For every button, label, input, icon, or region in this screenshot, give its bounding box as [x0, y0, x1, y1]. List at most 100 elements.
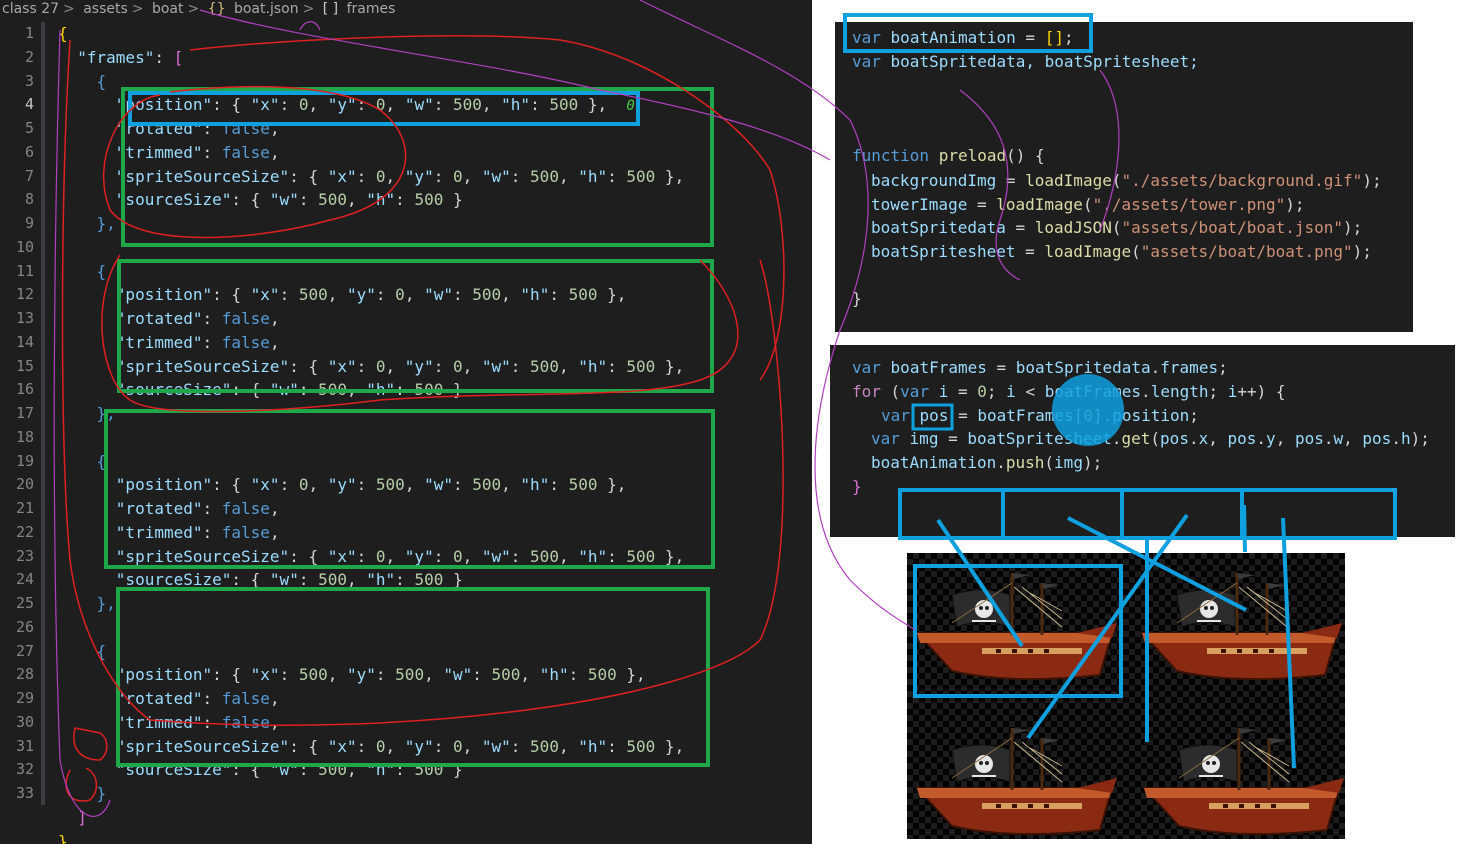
line-number: 7 [24, 166, 34, 185]
breadcrumb-item-file[interactable]: boat.json [234, 1, 299, 17]
line-number: 16 [15, 380, 34, 399]
ship-frame-3 [915, 726, 1119, 836]
line-number: 26 [15, 617, 34, 636]
code-line: }, [96, 214, 116, 233]
breadcrumb-separator: > [187, 1, 200, 17]
breadcrumb-item-boat[interactable]: boat [152, 1, 184, 17]
code-line: "sourceSize": { "w": 500, "h": 500 } [115, 190, 463, 210]
breadcrumb-item-class[interactable]: class 27 [2, 1, 59, 17]
code-line: "sourceSize": { "w": 500, "h": 500 } [115, 570, 463, 590]
code-line: }, [96, 404, 116, 423]
code-line: "rotated": false, [115, 499, 280, 518]
code-line: "position": { "x": 0, "y": 500, "w": 500… [115, 475, 627, 495]
code-line: "sourceSize": { "w": 500, "h": 500 } [115, 760, 463, 780]
json-file-icon: {} [207, 1, 226, 17]
indent-guide [41, 22, 45, 805]
code-line: "spriteSourceSize": { "x": 0, "y": 0, "w… [115, 736, 685, 756]
line-number: 19 [15, 451, 34, 470]
code-line: var pos = boatFrames[0].position; [881, 406, 1199, 425]
code-line: "position": { "x": 500, "y": 500, "w": 5… [115, 665, 646, 685]
code-line: "rotated": false, [115, 119, 280, 138]
code-line: } [852, 289, 862, 308]
line-number: 17 [15, 404, 34, 422]
boat-sprite-sheet [907, 553, 1345, 839]
code-line: function preload() { [852, 146, 1045, 165]
code-line: var img = boatSpritesheet.get(pos.x, pos… [871, 429, 1430, 448]
code-line: }, [96, 594, 116, 613]
line-number: 23 [15, 546, 34, 565]
code-area[interactable]: { "frames": [ { "position": { "x": 0, "y… [58, 22, 812, 844]
code-line: "trimmed": false, [115, 712, 280, 732]
line-number: 27 [15, 641, 34, 660]
line-number: 8 [24, 190, 34, 209]
line-number: 28 [15, 665, 34, 684]
code-line: backgroundImg = loadImage("./assets/back… [871, 171, 1382, 190]
line-number: 11 [15, 261, 34, 280]
line-number: 12 [15, 285, 34, 304]
code-line: "trimmed": false, [115, 522, 280, 542]
breadcrumb-item-frames[interactable]: frames [347, 1, 396, 17]
line-number: 2 [24, 47, 34, 66]
code-line: } [58, 831, 68, 844]
line-number: 9 [24, 214, 34, 232]
line-number: 32 [15, 760, 34, 779]
code-line: ] [77, 807, 87, 827]
line-number: 3 [24, 71, 34, 90]
code-line: towerImage = loadImage("./assets/tower.p… [871, 195, 1305, 214]
line-number: 22 [15, 522, 34, 541]
frames-loop-code-panel: var boatFrames = boatSpritedata.frames; … [830, 345, 1455, 537]
code-line: } [852, 477, 862, 496]
line-number: 5 [24, 119, 34, 137]
code-line: "trimmed": false, [115, 142, 280, 162]
code-line: var boatSpritedata, boatSpritesheet; [852, 52, 1199, 71]
json-editor[interactable]: class 27 > assets > boat > {} boat.json > [ … [0, 0, 812, 844]
line-number: 21 [15, 499, 34, 517]
breadcrumb: class 27 > assets > boat > {} boat.json > [ … [0, 0, 812, 20]
line-number: 31 [15, 736, 34, 755]
line-number: 24 [15, 570, 34, 589]
line-number: 30 [15, 712, 34, 731]
line-number: 10 [15, 237, 34, 256]
line-number: 13 [15, 309, 34, 327]
code-line: "position": { "x": 0, "y": 0, "w": 500, … [115, 95, 635, 115]
code-line: "frames": [ [77, 47, 184, 67]
code-line: "trimmed": false, [115, 332, 280, 352]
sprite-sheet-graphic [915, 571, 1345, 836]
line-number: 14 [15, 332, 34, 351]
code-line: "spriteSourceSize": { "x": 0, "y": 0, "w… [115, 166, 685, 186]
code-line: "spriteSourceSize": { "x": 0, "y": 0, "w… [115, 546, 685, 566]
line-number: 1 [24, 24, 34, 42]
line-number: 6 [24, 142, 34, 161]
line-number: 18 [15, 427, 34, 446]
code-line: { [96, 641, 107, 661]
code-line: { [96, 451, 107, 471]
breadcrumb-separator: > [131, 1, 144, 17]
code-line: { [96, 261, 107, 281]
ship-frame-2 [1140, 571, 1344, 681]
code-line: "rotated": false, [115, 309, 280, 328]
code-line: for (var i = 0; i < boatFrames.length; i… [852, 382, 1286, 401]
breadcrumb-item-assets[interactable]: assets [83, 1, 128, 17]
code-line: boatAnimation.push(img); [871, 453, 1103, 472]
ship-frame-4 [1142, 726, 1345, 836]
code-line: "spriteSourceSize": { "x": 0, "y": 0, "w… [115, 356, 685, 376]
breadcrumb-separator: > [63, 1, 75, 17]
code-line: "sourceSize": { "w": 500, "h": 500 } [115, 380, 463, 400]
code-line: { [96, 71, 107, 91]
code-line: "rotated": false, [115, 689, 280, 708]
code-line: var boatFrames = boatSpritedata.frames; [852, 358, 1228, 377]
code-line: boatSpritesheet = loadImage("assets/boat… [871, 242, 1372, 261]
code-line: { [58, 24, 68, 43]
line-number: 15 [15, 356, 34, 375]
code-line: var boatAnimation = []; [852, 28, 1074, 47]
line-number-gutter: 1 2 3 4 5 6 7 8 9 10 11 12 13 14 15 16 17 18 19 20 21 22 23 24 2… [0, 22, 40, 806]
ship-frame-1 [915, 571, 1119, 681]
line-number: 20 [15, 475, 34, 494]
code-line: "position": { "x": 500, "y": 0, "w": 500… [115, 285, 627, 305]
preload-code-panel: var boatAnimation = []; var boatSpriteda… [835, 22, 1413, 332]
line-number: 4 [24, 95, 34, 114]
breadcrumb-separator: > [302, 1, 315, 17]
